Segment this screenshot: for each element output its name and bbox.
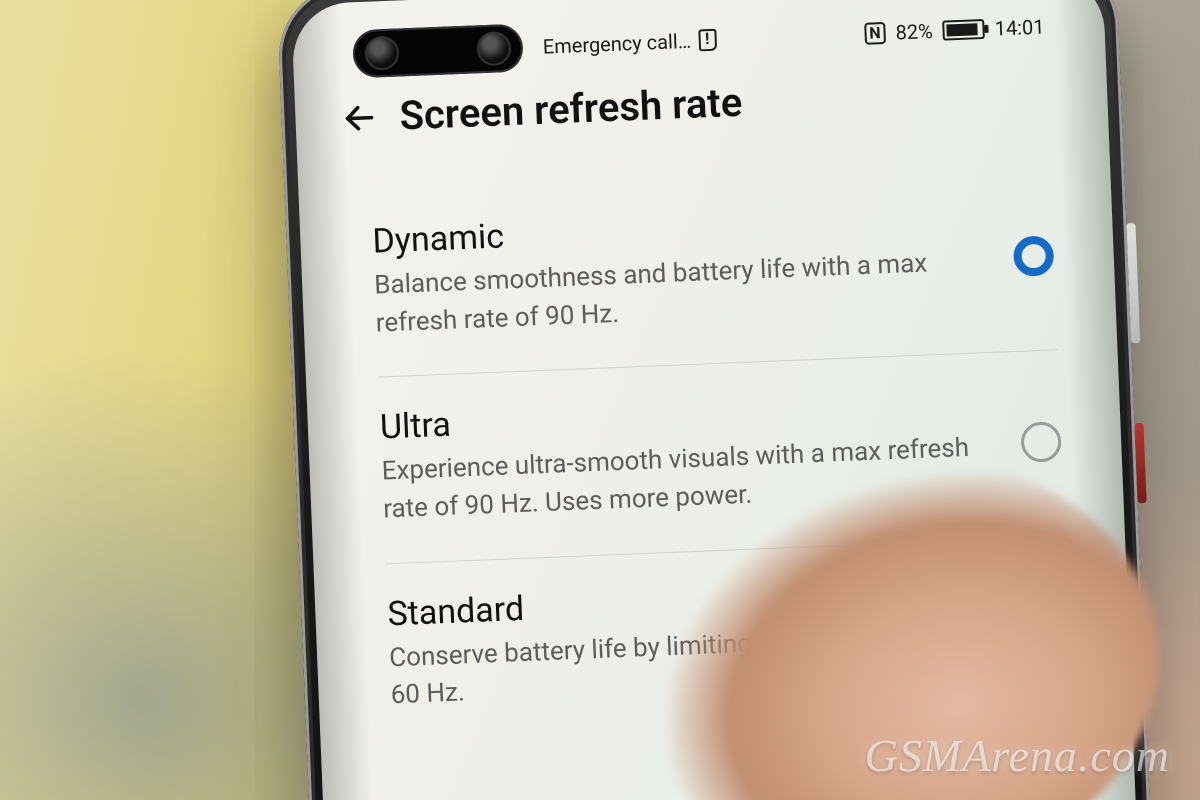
carrier-text: Emergency call…: [542, 29, 691, 59]
front-camera-lens: [476, 31, 511, 66]
clock: 14:01: [994, 15, 1045, 41]
option-description: Balance smoothness and battery life with…: [374, 244, 977, 343]
sim-alert-icon: [699, 29, 718, 52]
battery-percent: 82%: [895, 19, 933, 44]
page-title: Screen refresh rate: [399, 79, 744, 140]
volume-button: [1126, 223, 1140, 343]
radio-selected-icon[interactable]: [1013, 235, 1055, 277]
front-camera-lens: [364, 35, 399, 70]
option-dynamic[interactable]: Dynamic Balance smoothness and battery l…: [371, 164, 1058, 378]
status-bar: Emergency call… N 82% 14:01: [542, 11, 1045, 63]
app-bar: Screen refresh rate: [341, 66, 1062, 142]
photo-scene: Emergency call… N 82% 14:01: [0, 0, 1200, 800]
nfc-icon: N: [864, 22, 886, 45]
power-button: [1134, 423, 1146, 503]
camera-cutout: [352, 24, 524, 79]
battery-icon: [942, 19, 985, 41]
radio-unselected-icon[interactable]: [1020, 421, 1062, 463]
back-icon[interactable]: [341, 99, 378, 136]
